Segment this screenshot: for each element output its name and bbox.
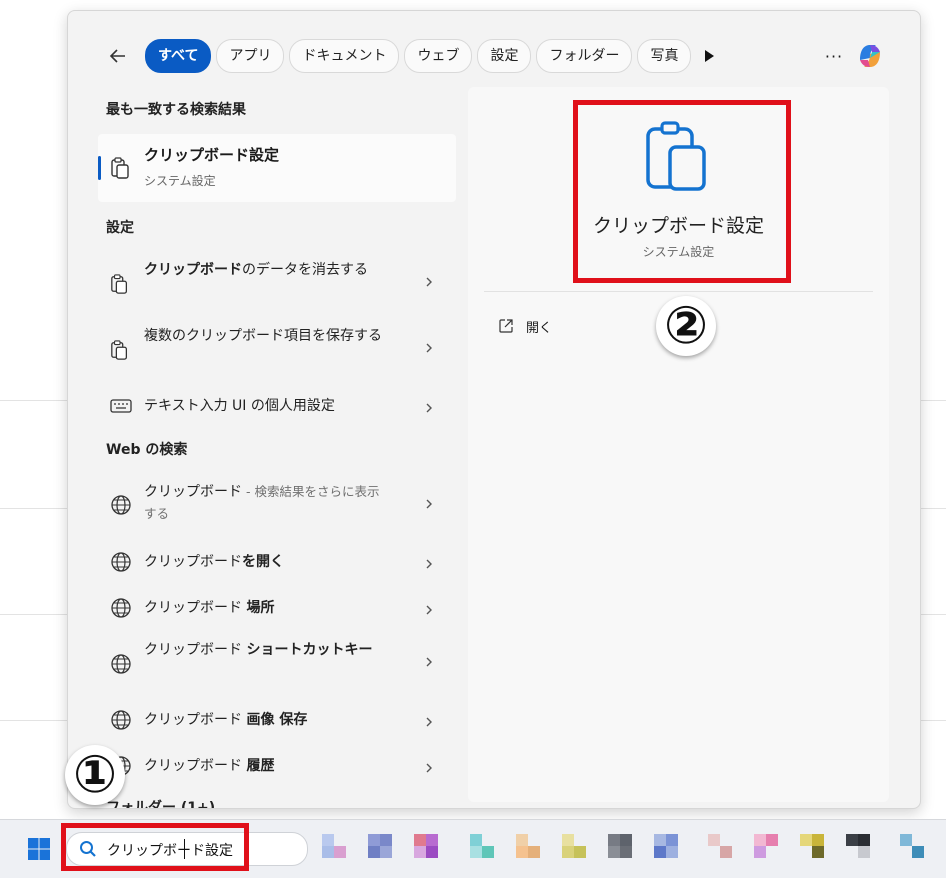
web-search-item-label: クリップボード ショートカットキー (144, 639, 389, 661)
web-search-item[interactable]: クリップボード 履歴 (98, 751, 448, 781)
back-button[interactable] (102, 39, 134, 73)
web-search-item-label: クリップボード 場所 (144, 597, 384, 619)
folders-heading: フォルダー (1+) (106, 800, 216, 809)
taskbar-app-icon[interactable] (900, 830, 936, 868)
step-number-two: ② (656, 296, 716, 356)
web-search-query: クリップボード (144, 642, 247, 658)
chip-all[interactable]: すべて (145, 39, 212, 73)
web-search-suggestion: を開く (242, 554, 284, 570)
chevron-right-icon (426, 499, 432, 509)
best-match-heading: 最も一致する検索結果 (106, 102, 246, 118)
search-panel: すべて アプリ ドキュメント ウェブ 設定 フォルダー 写真 ··· 最も一致す… (67, 10, 921, 809)
globe-icon (111, 654, 131, 674)
overflow-menu-button[interactable]: ··· (819, 39, 849, 73)
settings-item-rest: のデータを消去する (242, 262, 368, 278)
chip-settings[interactable]: 設定 (477, 39, 532, 73)
best-match-title: クリップボード設定 (144, 146, 280, 164)
filter-bar: すべて アプリ ドキュメント ウェブ 設定 フォルダー 写真 ··· (106, 39, 890, 73)
web-search-item-label: クリップボード 画像 保存 (144, 709, 384, 731)
selection-indicator (98, 156, 101, 180)
chip-documents[interactable]: ドキュメント (289, 39, 400, 73)
globe-icon (111, 552, 131, 572)
taskbar-app-icon[interactable] (470, 830, 506, 868)
highlight-box-preview (573, 100, 791, 283)
globe-icon (111, 495, 131, 515)
chevron-right-icon (426, 657, 432, 667)
taskbar-app-icon[interactable] (800, 830, 836, 868)
settings-item-label: クリップボードのデータを消去する (144, 259, 384, 281)
chevron-right-icon (426, 605, 432, 615)
taskbar-app-icon[interactable] (708, 830, 744, 868)
windows-logo-icon[interactable] (27, 837, 51, 861)
chip-photos[interactable]: 写真 (637, 39, 692, 73)
settings-item[interactable]: クリップボードのデータを消去する (98, 259, 448, 309)
clipboard-icon (111, 274, 127, 294)
taskbar-app-icon[interactable] (654, 830, 690, 868)
arrow-left-icon (109, 49, 125, 63)
web-search-query: クリップボード (144, 484, 242, 500)
settings-item-bold: クリップボード (144, 262, 242, 278)
chevron-right-icon (426, 763, 432, 773)
web-search-item[interactable]: クリップボード 場所 (98, 593, 448, 623)
globe-icon (111, 598, 131, 618)
open-label: 開く (526, 320, 553, 336)
web-search-item[interactable]: クリップボードを開く (98, 547, 448, 577)
taskbar-app-icon[interactable] (562, 830, 598, 868)
web-search-item-label: クリップボードを開く (144, 551, 384, 573)
web-search-heading: Web の検索 (106, 442, 188, 458)
taskbar-app-icon[interactable] (754, 830, 790, 868)
web-search-item-label: クリップボード - 検索結果をさらに表示する (144, 481, 384, 525)
more-filters-button[interactable] (696, 40, 722, 72)
clipboard-icon (111, 340, 127, 360)
web-search-query: クリップボード (144, 758, 247, 774)
web-search-item[interactable]: クリップボード - 検索結果をさらに表示する (98, 481, 448, 531)
taskbar-app-icon[interactable] (516, 830, 552, 868)
web-search-suggestion: ショートカットキー (246, 642, 373, 658)
taskbar-app-icon[interactable] (608, 830, 644, 868)
web-search-suggestion: 画像 保存 (246, 712, 308, 728)
taskbar-app-icon[interactable] (414, 830, 450, 868)
web-search-query: クリップボード (144, 554, 242, 570)
filter-chips: すべて アプリ ドキュメント ウェブ 設定 フォルダー 写真 (145, 39, 722, 73)
web-search-item[interactable]: クリップボード ショートカットキー (98, 639, 448, 689)
keyboard-icon (110, 399, 132, 413)
copilot-icon[interactable] (854, 40, 886, 72)
chevron-right-icon (426, 277, 432, 287)
chevron-right-icon (426, 717, 432, 727)
best-match-item[interactable]: クリップボード設定 システム設定 (98, 134, 456, 202)
web-search-item-label: クリップボード 履歴 (144, 755, 384, 777)
divider (484, 291, 873, 292)
web-search-suggestion: 履歴 (246, 758, 275, 774)
settings-item-label: テキスト入力 UI の個人用設定 (144, 398, 335, 414)
play-triangle-icon (705, 50, 715, 62)
chip-apps[interactable]: アプリ (216, 39, 285, 73)
chip-web[interactable]: ウェブ (404, 39, 473, 73)
settings-item-label: 複数のクリップボード項目を保存する (144, 328, 382, 344)
web-search-suggestion: 場所 (246, 600, 275, 616)
web-search-query: クリップボード (144, 600, 247, 616)
settings-item[interactable]: 複数のクリップボード項目を保存する (98, 325, 448, 375)
web-search-item[interactable]: クリップボード 画像 保存 (98, 705, 448, 735)
taskbar-app-icon[interactable] (322, 830, 358, 868)
clipboard-icon (111, 157, 129, 179)
settings-heading: 設定 (106, 220, 134, 236)
settings-item[interactable]: テキスト入力 UI の個人用設定 (98, 391, 448, 421)
chevron-right-icon (426, 343, 432, 353)
best-match-subtitle: システム設定 (144, 174, 216, 188)
open-external-icon (499, 319, 513, 333)
highlight-box-search (61, 823, 249, 871)
chevron-right-icon (426, 403, 432, 413)
step-number-one: ① (65, 745, 125, 805)
taskbar-app-icon[interactable] (368, 830, 404, 868)
globe-icon (111, 710, 131, 730)
taskbar-app-icon[interactable] (846, 830, 882, 868)
open-action[interactable]: 開く (498, 315, 552, 337)
chevron-right-icon (426, 559, 432, 569)
chip-folders[interactable]: フォルダー (536, 39, 633, 73)
web-search-query: クリップボード (144, 712, 247, 728)
